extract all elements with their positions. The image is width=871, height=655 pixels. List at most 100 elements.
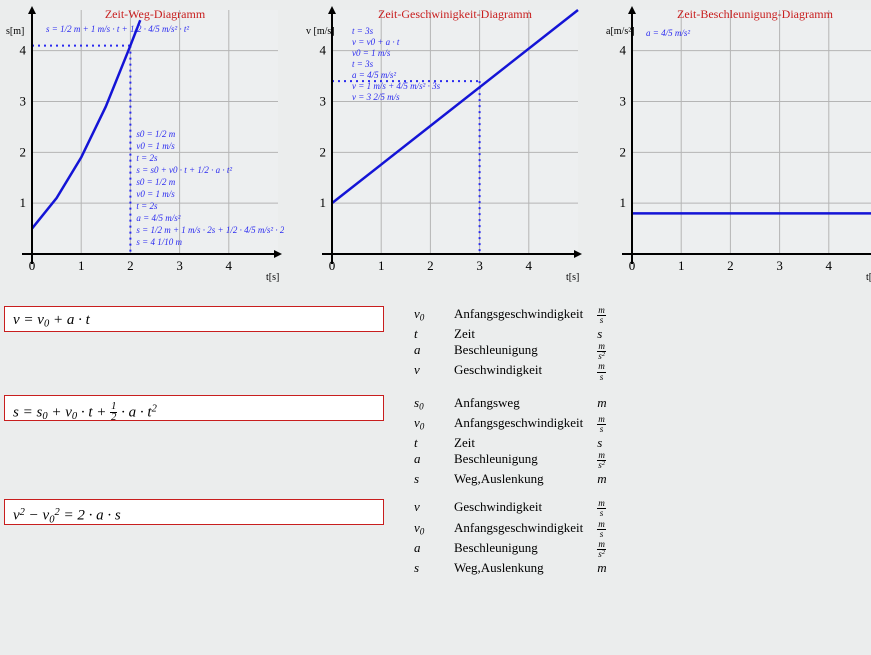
svg-text:v = 1 m/s + 4/5 m/s² · 3s: v = 1 m/s + 4/5 m/s² · 3s: [352, 81, 441, 91]
var-row: tZeits: [414, 435, 637, 451]
svg-text:2: 2: [620, 144, 627, 159]
svg-text:3: 3: [776, 258, 783, 273]
svg-text:4: 4: [20, 43, 27, 58]
var-unit: ms: [597, 306, 637, 326]
svg-text:t = 3s: t = 3s: [352, 26, 374, 36]
var-unit: ms2: [597, 342, 637, 362]
var-unit: m: [597, 395, 637, 415]
chart-zeit-weg: 0 1 2 3 4 1 2 3 4 t[s] s[m] Zeit-Weg-Diagramm s = 1/…: [4, 4, 284, 284]
svg-text:v0 = 1 m/s: v0 = 1 m/s: [352, 48, 391, 58]
var-symbol: a: [414, 342, 454, 362]
var-symbol: v0: [414, 520, 454, 540]
svg-text:2: 2: [427, 258, 434, 273]
var-unit: ms: [597, 520, 637, 540]
var-row: v0Anfangsgeschwindigkeitms: [414, 306, 637, 326]
svg-text:t = 3s: t = 3s: [352, 59, 374, 69]
svg-text:2: 2: [320, 144, 327, 159]
var-unit: ms2: [597, 451, 637, 471]
var-unit: ms: [597, 499, 637, 519]
var-desc: Geschwindigkeit: [454, 362, 597, 382]
svg-text:3: 3: [20, 94, 27, 109]
svg-text:s = 1/2 m + 1 m/s · 2s + 1/2 ·: s = 1/2 m + 1 m/s · 2s + 1/2 · 4/5 m/s² …: [136, 225, 284, 235]
var-row: v0Anfangsgeschwindigkeitms: [414, 415, 637, 435]
var-symbol: v0: [414, 306, 454, 326]
var-desc: Weg,Auslenkung: [454, 471, 597, 487]
var-desc: Beschleunigung: [454, 451, 597, 471]
var-desc: Beschleunigung: [454, 540, 597, 560]
svg-text:v0 = 1 m/s: v0 = 1 m/s: [136, 189, 175, 199]
svg-text:3: 3: [320, 94, 327, 109]
svg-text:4: 4: [526, 258, 533, 273]
svg-text:v [m/s]: v [m/s]: [306, 26, 335, 37]
svg-text:t = 2s: t = 2s: [136, 153, 158, 163]
var-row: tZeits: [414, 326, 637, 342]
chart-zeit-beschleunigung: 012341234t[s]a[m/s²]Zeit-Beschleunigung-…: [604, 4, 871, 284]
var-row: aBeschleunigungms2: [414, 342, 637, 362]
svg-text:a[m/s²]: a[m/s²]: [606, 26, 635, 37]
formula-equation: v = v0 + a · t: [4, 306, 384, 332]
svg-text:4: 4: [826, 258, 833, 273]
svg-text:2: 2: [727, 258, 734, 273]
svg-text:0: 0: [329, 258, 336, 273]
formula-defs: vGeschwindigkeitmsv0Anfangsgeschwindigke…: [414, 499, 637, 576]
svg-text:v0 = 1 m/s: v0 = 1 m/s: [136, 141, 175, 151]
chart-svg-1: 0 1 2 3 4 1 2 3 4 t[s] s[m] Zeit-Weg-Diagramm s = 1/…: [4, 4, 284, 284]
svg-text:4: 4: [226, 258, 233, 273]
svg-text:s0 = 1/2 m: s0 = 1/2 m: [136, 129, 175, 139]
chart-svg-2: 0 1 2 3 4 1 2 3 4 t[s] v [m/s] Zeit-Geschwinigkeit-…: [304, 4, 584, 284]
var-row: vGeschwindigkeitms: [414, 362, 637, 382]
svg-text:4: 4: [620, 43, 627, 58]
var-symbol: v0: [414, 415, 454, 435]
svg-text:Zeit-Geschwinigkeit-Diagramm: Zeit-Geschwinigkeit-Diagramm: [378, 7, 533, 21]
svg-text:s[m]: s[m]: [6, 26, 24, 37]
var-unit: m: [597, 471, 637, 487]
var-desc: Anfangsgeschwindigkeit: [454, 415, 597, 435]
svg-text:a = 4/5 m/s²: a = 4/5 m/s²: [646, 28, 690, 38]
var-row: aBeschleunigungms2: [414, 540, 637, 560]
svg-text:1: 1: [620, 195, 627, 210]
svg-text:1: 1: [20, 195, 27, 210]
svg-text:t[s]: t[s]: [566, 272, 579, 283]
svg-text:2: 2: [20, 144, 27, 159]
var-desc: Zeit: [454, 326, 597, 342]
svg-text:v = v0 + a · t: v = v0 + a · t: [352, 37, 400, 47]
svg-text:a = 4/5 m/s²: a = 4/5 m/s²: [136, 213, 180, 223]
svg-text:1: 1: [78, 258, 85, 273]
var-row: sWeg,Auslenkungm: [414, 471, 637, 487]
var-unit: ms2: [597, 540, 637, 560]
svg-text:t[s]: t[s]: [866, 272, 871, 283]
var-symbol: v: [414, 362, 454, 382]
var-desc: Anfangsgeschwindigkeit: [454, 306, 597, 326]
svg-text:Zeit-Weg-Diagramm: Zeit-Weg-Diagramm: [105, 7, 206, 21]
formula-equation: v2 − v02 = 2 · a · s: [4, 499, 384, 525]
svg-text:4: 4: [320, 43, 327, 58]
var-symbol: a: [414, 540, 454, 560]
svg-text:1: 1: [378, 258, 385, 273]
var-unit: s: [597, 326, 637, 342]
chart-svg-3: 012341234t[s]a[m/s²]Zeit-Beschleunigung-…: [604, 4, 871, 284]
svg-text:t[s]: t[s]: [266, 272, 279, 283]
svg-text:3: 3: [176, 258, 183, 273]
var-symbol: s: [414, 560, 454, 576]
formula-defs: s0Anfangswegmv0Anfangsgeschwindigkeitmst…: [414, 395, 637, 488]
var-desc: Geschwindigkeit: [454, 499, 597, 519]
var-row: aBeschleunigungms2: [414, 451, 637, 471]
svg-text:0: 0: [29, 258, 36, 273]
formula-block-0: v = v0 + a · t v0Anfangsgeschwindigkeitms…: [4, 306, 867, 383]
formulas-section: v = v0 + a · tv0Anfangsgeschwindigkeitms…: [0, 284, 871, 576]
svg-text:1: 1: [678, 258, 685, 273]
var-symbol: a: [414, 451, 454, 471]
var-symbol: s0: [414, 395, 454, 415]
svg-text:s = 4 1/10 m: s = 4 1/10 m: [136, 237, 182, 247]
var-unit: ms: [597, 415, 637, 435]
var-symbol: t: [414, 435, 454, 451]
var-desc: Weg,Auslenkung: [454, 560, 597, 576]
svg-text:1: 1: [320, 195, 327, 210]
svg-text:2: 2: [127, 258, 134, 273]
var-symbol: s: [414, 471, 454, 487]
formula-defs: v0AnfangsgeschwindigkeitmstZeitsaBeschle…: [414, 306, 637, 383]
svg-text:s0 = 1/2 m: s0 = 1/2 m: [136, 177, 175, 187]
var-desc: Beschleunigung: [454, 342, 597, 362]
svg-text:3: 3: [476, 258, 483, 273]
formula-equation: s = s0 + v0 · t + 12 · a · t2: [4, 395, 384, 421]
